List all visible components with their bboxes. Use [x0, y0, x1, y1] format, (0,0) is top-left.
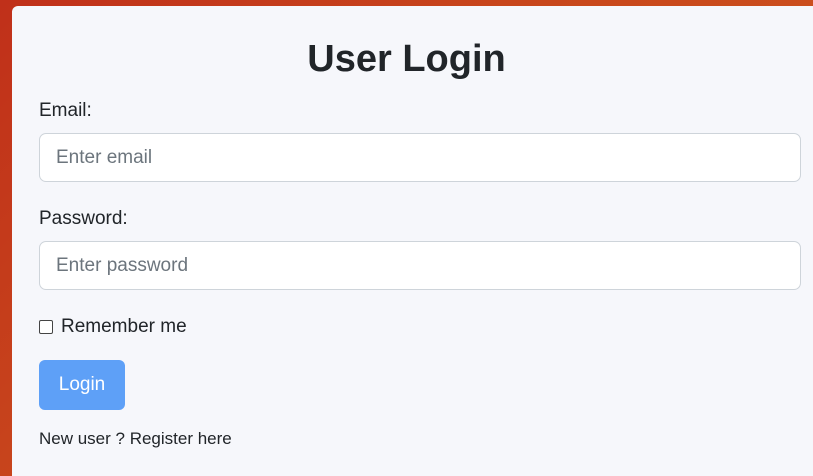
remember-me-row: Remember me — [39, 315, 187, 339]
login-button[interactable]: Login — [39, 360, 125, 410]
remember-me-label[interactable]: Remember me — [61, 316, 187, 338]
password-label: Password: — [39, 208, 128, 229]
register-prefix: New user ? — [39, 429, 130, 448]
register-link[interactable]: Register here — [130, 429, 232, 448]
email-label: Email: — [39, 100, 92, 121]
page-title: User Login — [307, 38, 506, 80]
register-prompt: New user ? Register here — [39, 428, 232, 450]
remember-me-checkbox[interactable] — [39, 320, 53, 334]
password-field[interactable] — [39, 241, 801, 290]
email-field[interactable] — [39, 133, 801, 182]
